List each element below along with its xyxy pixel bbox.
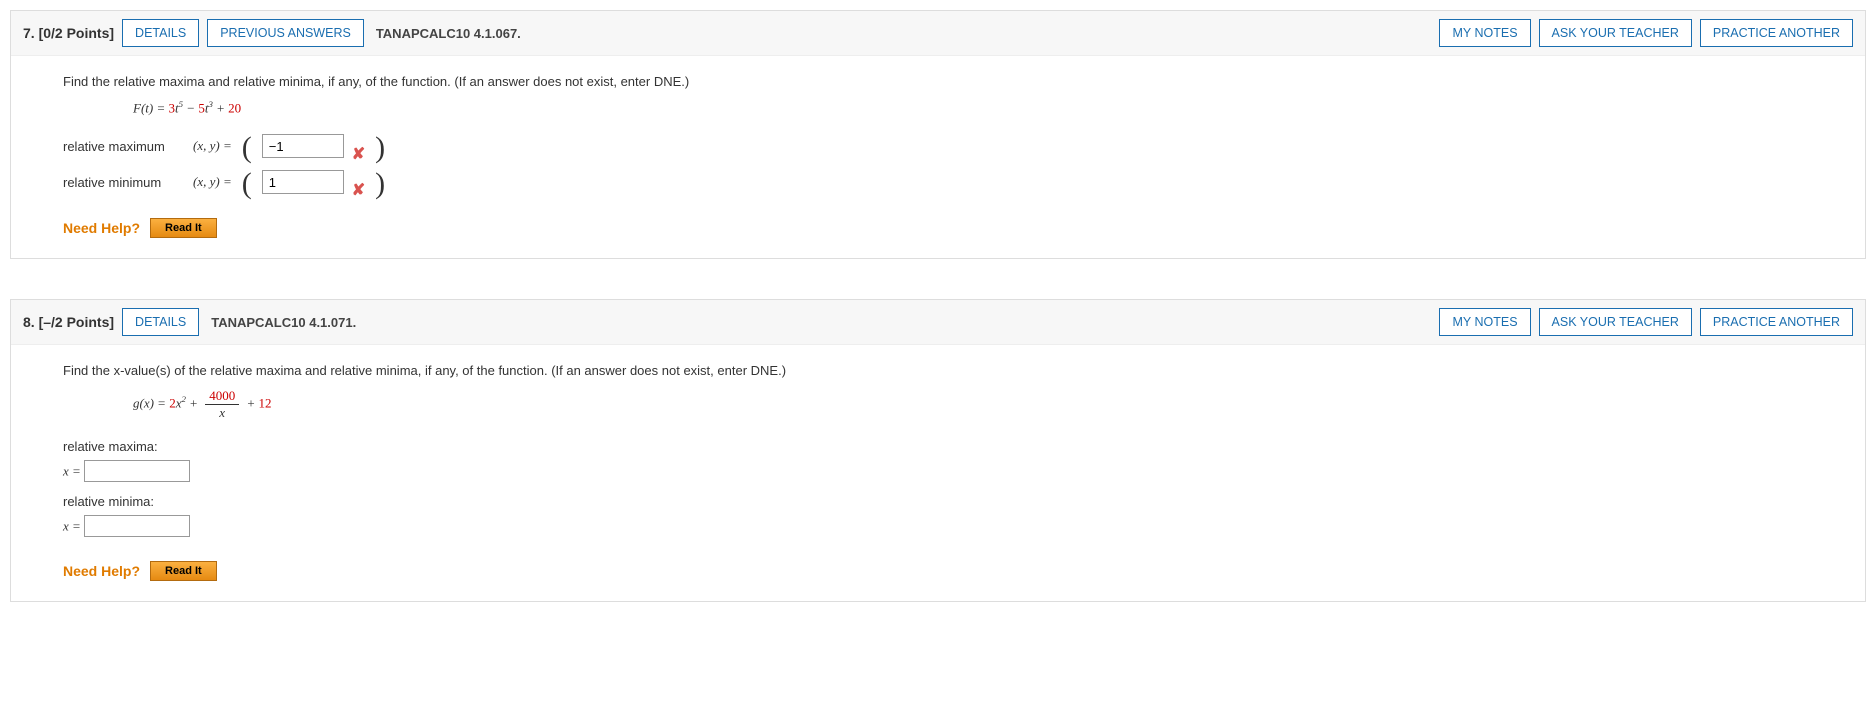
question-prompt: Find the x-value(s) of the relative maxi… [63, 363, 1825, 378]
question-reference: TANAPCALC10 4.1.067. [376, 26, 521, 41]
close-paren: ) [375, 139, 385, 157]
rel-minima-row: x = [63, 515, 1825, 537]
details-button[interactable]: DETAILS [122, 19, 199, 47]
q-num-text: 8. [23, 314, 35, 330]
question-number: 7. [0/2 Points] [23, 25, 114, 41]
need-help-label: Need Help? [63, 563, 140, 579]
read-it-button[interactable]: Read It [150, 561, 217, 581]
incorrect-icon: ✘ [352, 144, 365, 164]
close-paren: ) [375, 175, 385, 193]
rel-minima-label: relative minima: [63, 494, 1825, 509]
xy-equals: (x, y) = [193, 174, 232, 190]
relative-maximum-row: relative maximum (x, y) = ( ✘ ) [63, 134, 1825, 158]
xy-equals: (x, y) = [193, 138, 232, 154]
open-paren: ( [242, 175, 252, 193]
q-points: [–/2 Points] [39, 314, 114, 330]
question-body: Find the relative maxima and relative mi… [11, 56, 1865, 258]
header-right: MY NOTES ASK YOUR TEACHER PRACTICE ANOTH… [1439, 308, 1853, 336]
header-left: 8. [–/2 Points] DETAILS TANAPCALC10 4.1.… [23, 308, 1439, 336]
question-body: Find the x-value(s) of the relative maxi… [11, 345, 1865, 601]
q-num-text: 7. [23, 25, 35, 41]
open-paren: ( [242, 139, 252, 157]
need-help-label: Need Help? [63, 220, 140, 236]
question-number: 8. [–/2 Points] [23, 314, 114, 330]
ask-teacher-button[interactable]: ASK YOUR TEACHER [1539, 19, 1692, 47]
ask-teacher-button[interactable]: ASK YOUR TEACHER [1539, 308, 1692, 336]
question-header: 8. [–/2 Points] DETAILS TANAPCALC10 4.1.… [11, 300, 1865, 345]
x-equals: x = [63, 519, 81, 534]
question-header: 7. [0/2 Points] DETAILS PREVIOUS ANSWERS… [11, 11, 1865, 56]
rel-minima-input[interactable] [84, 515, 190, 537]
question-formula: F(t) = 3t5 − 5t3 + 20 [133, 99, 1825, 116]
header-left: 7. [0/2 Points] DETAILS PREVIOUS ANSWERS… [23, 19, 1439, 47]
question-reference: TANAPCALC10 4.1.071. [211, 315, 356, 330]
header-right: MY NOTES ASK YOUR TEACHER PRACTICE ANOTH… [1439, 19, 1853, 47]
previous-answers-button[interactable]: PREVIOUS ANSWERS [207, 19, 364, 47]
rel-maxima-input[interactable] [84, 460, 190, 482]
details-button[interactable]: DETAILS [122, 308, 199, 336]
read-it-button[interactable]: Read It [150, 218, 217, 238]
question-8: 8. [–/2 Points] DETAILS TANAPCALC10 4.1.… [10, 299, 1866, 602]
x-equals: x = [63, 464, 81, 479]
rel-maxima-row: x = [63, 460, 1825, 482]
rel-max-input[interactable] [262, 134, 344, 158]
practice-another-button[interactable]: PRACTICE ANOTHER [1700, 19, 1853, 47]
help-row: Need Help? Read It [63, 561, 1825, 581]
question-prompt: Find the relative maxima and relative mi… [63, 74, 1825, 89]
rel-min-input[interactable] [262, 170, 344, 194]
rel-min-label: relative minimum [63, 175, 183, 190]
incorrect-icon: ✘ [352, 180, 365, 200]
relative-minimum-row: relative minimum (x, y) = ( ✘ ) [63, 170, 1825, 194]
help-row: Need Help? Read It [63, 218, 1825, 238]
rel-maxima-label: relative maxima: [63, 439, 1825, 454]
practice-another-button[interactable]: PRACTICE ANOTHER [1700, 308, 1853, 336]
rel-max-label: relative maximum [63, 139, 183, 154]
my-notes-button[interactable]: MY NOTES [1439, 19, 1530, 47]
q-points: [0/2 Points] [39, 25, 114, 41]
my-notes-button[interactable]: MY NOTES [1439, 308, 1530, 336]
question-7: 7. [0/2 Points] DETAILS PREVIOUS ANSWERS… [10, 10, 1866, 259]
question-formula: g(x) = 2x2 + 4000x + 12 [133, 388, 1825, 421]
